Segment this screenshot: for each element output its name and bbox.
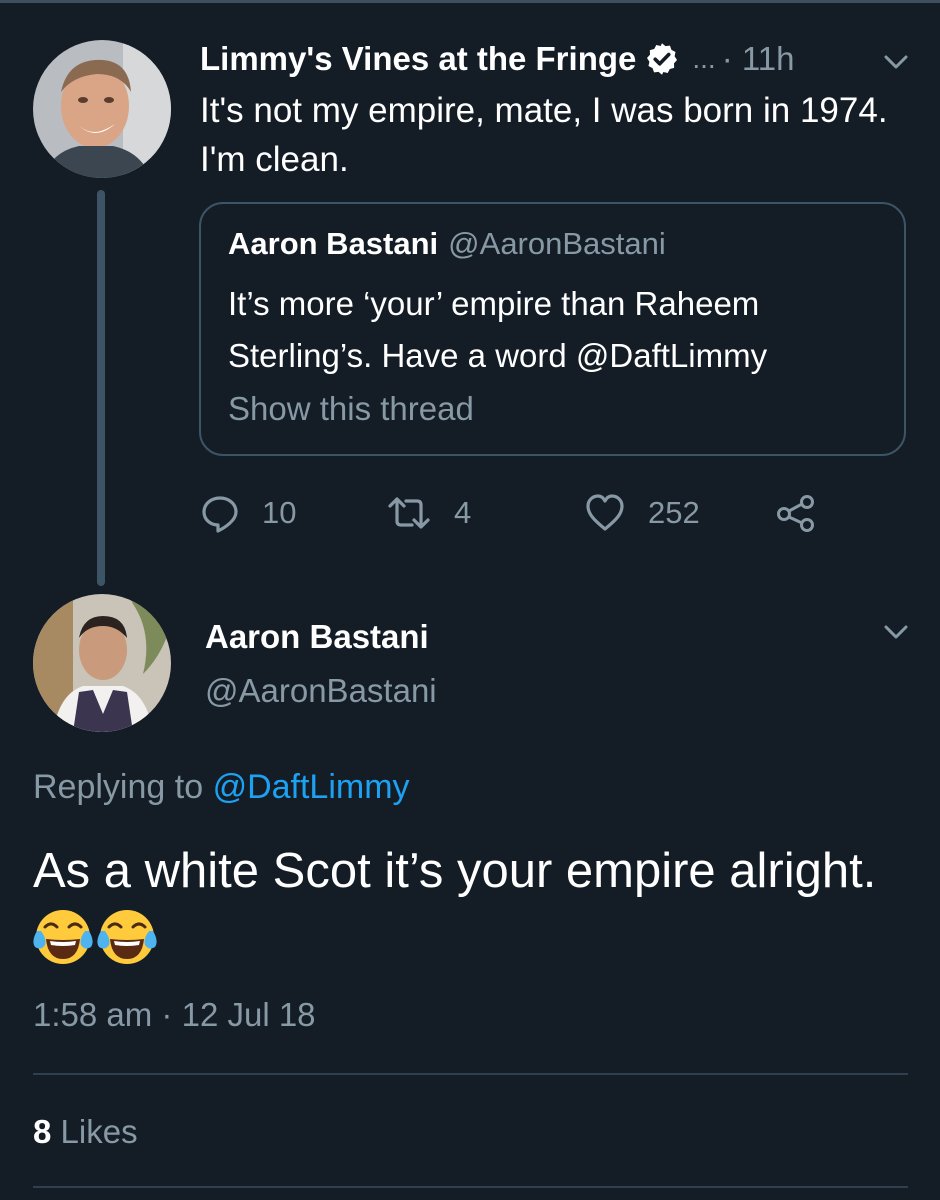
reply-icon [200,493,240,533]
timestamp-date: 12 Jul 18 [181,996,316,1033]
tweet-time[interactable]: · 11h [722,40,795,78]
chevron-down-icon[interactable] [878,614,914,650]
chevron-down-icon[interactable] [878,44,914,80]
display-name[interactable]: Limmy's Vines at the Fringe [200,40,636,78]
timestamp-time: 1:58 am [33,996,153,1033]
face-with-tears-of-joy-emoji [33,907,93,967]
quoted-handle: @AaronBastani [448,226,666,261]
retweet-count: 4 [454,495,472,530]
quoted-tweet-card[interactable]: Aaron Bastani @AaronBastani It’s more ‘yo… [199,202,906,456]
mention-link[interactable]: @DaftLimmy [213,768,410,806]
quoted-display-name: Aaron Bastani [228,226,439,261]
avatar[interactable] [33,40,171,178]
replying-to-line: Replying to @DaftLimmy [33,768,410,807]
face-with-tears-of-joy-emoji [97,907,157,967]
like-count: 252 [648,495,700,530]
replying-prefix: Replying to [33,768,204,806]
top-divider [0,0,940,3]
tweet-timestamp[interactable]: 1:58 am · 12 Jul 18 [33,996,316,1034]
time-separator: · [721,40,733,77]
tweet-header: Limmy's Vines at the Fringe ... · 11h [200,35,795,83]
avatar[interactable] [33,594,171,732]
share-icon [775,493,817,533]
retweet-icon [386,493,432,533]
thread-connector-line [97,190,105,586]
reply-count: 10 [262,495,297,530]
divider [33,1186,908,1188]
verified-badge-icon [644,41,680,77]
likes-stat[interactable]: 8 Likes [33,1113,138,1151]
timestamp-separator: · [161,996,173,1033]
quoted-tweet-header: Aaron Bastani @AaronBastani [228,226,666,262]
heart-icon [584,493,626,533]
share-button[interactable] [775,490,817,536]
user-handle[interactable]: @AaronBastani [205,672,437,710]
like-button[interactable]: 252 [584,490,700,536]
likes-count: 8 [33,1113,52,1150]
truncation-dots: ... [692,43,716,74]
likes-label: Likes [60,1113,138,1150]
reply-button[interactable]: 10 [200,490,296,536]
divider [33,1073,908,1075]
tweet-text: It's not my empire, mate, I was born in … [200,91,888,179]
tweet-thread-page: Limmy's Vines at the Fringe ... · 11h It… [0,0,940,1200]
quoted-tweet-text: It’s more ‘your’ empire than Raheem Ster… [228,285,768,374]
display-name[interactable]: Aaron Bastani [205,618,429,656]
show-thread-link[interactable]: Show this thread [228,390,474,428]
relative-time: 11h [741,40,795,77]
retweet-button[interactable]: 4 [386,490,471,536]
tweet-text-content: As a white Scot it’s your empire alright… [33,844,877,898]
tweet-text: As a white Scot it’s your empire alright… [33,836,913,976]
